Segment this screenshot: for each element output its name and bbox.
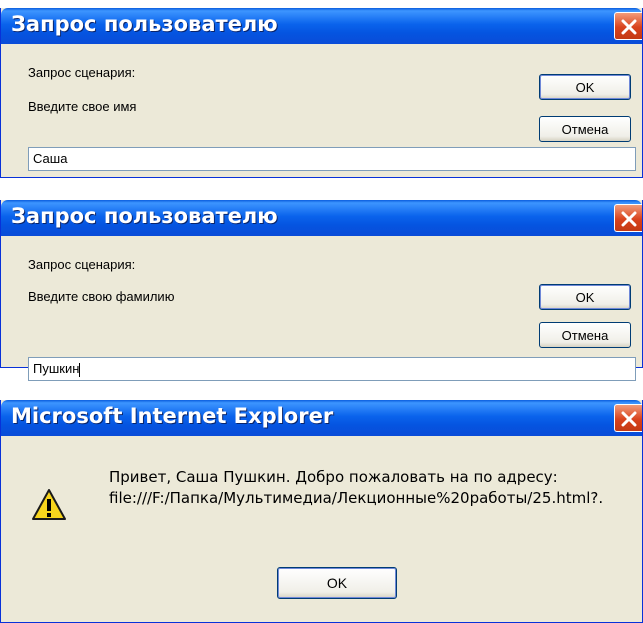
cancel-button[interactable]: Отмена [539, 116, 631, 142]
prompt-dialog-name: Запрос пользователю Запрос сценария: Вве… [0, 8, 643, 178]
prompt-text: Введите свое имя [28, 99, 137, 114]
text-caret [79, 362, 81, 377]
prompt-header: Запрос сценария: [28, 257, 136, 272]
ok-button[interactable]: OK [277, 567, 397, 599]
close-button[interactable] [614, 404, 642, 432]
dialog-title: Запрос пользователю [11, 204, 278, 228]
cancel-button[interactable]: Отмена [539, 322, 631, 348]
prompt-text: Введите свою фамилию [28, 289, 175, 304]
surname-field[interactable]: Пушкин [28, 357, 636, 381]
title-bar: Microsoft Internet Explorer [1, 400, 642, 436]
close-icon [621, 211, 637, 227]
alert-message-line1: Привет, Саша Пушкин. Добро пожаловать на… [109, 468, 558, 486]
name-input[interactable]: Саша [28, 147, 636, 171]
alert-dialog: Microsoft Internet Explorer Привет, Саша… [0, 400, 643, 623]
close-icon [621, 411, 637, 427]
warning-icon [32, 489, 66, 520]
alert-message-line2: file:///F:/Папка/Мультимедиа/Лекционные%… [109, 489, 604, 507]
ok-button[interactable]: OK [539, 284, 631, 310]
ok-button[interactable]: OK [539, 74, 631, 100]
title-bar: Запрос пользователю [1, 8, 642, 44]
close-button[interactable] [614, 204, 642, 232]
dialog-title: Microsoft Internet Explorer [11, 404, 334, 428]
surname-input-value: Пушкин [33, 361, 80, 376]
close-icon [621, 19, 637, 35]
prompt-header: Запрос сценария: [28, 65, 136, 80]
prompt-dialog-surname: Запрос пользователю Запрос сценария: Вве… [0, 200, 643, 381]
close-button[interactable] [614, 12, 642, 40]
title-bar: Запрос пользователю [1, 200, 642, 236]
dialog-title: Запрос пользователю [11, 12, 278, 36]
name-input-value: Саша [33, 151, 68, 166]
